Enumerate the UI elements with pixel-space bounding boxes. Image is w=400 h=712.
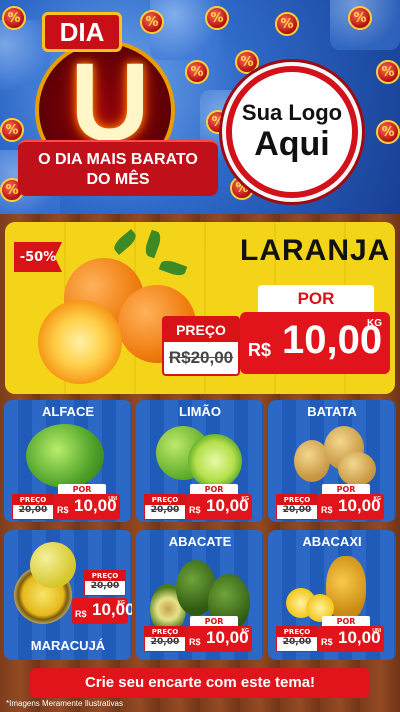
product-name: ALFACE [42,404,94,419]
disclaimer-text: *Imagens Meramente Ilustrativas [6,699,123,708]
product-card-maracuja[interactable]: PREÇO 20,00 R$ 10,00 KG MARACUJÁ [4,530,132,660]
preco-label: PREÇO [277,495,317,505]
currency: R$ [75,609,87,619]
preco-label: PREÇO [85,571,125,581]
currency: R$ [321,505,333,515]
preco-label: PREÇO [277,627,317,637]
old-price: 20,00 [150,505,180,515]
new-price-box: R$ 10,00 UNI [318,626,384,652]
potato-icon [338,452,376,486]
hero-currency: R$ [248,340,272,360]
old-price: 20,00 [282,505,312,515]
percent-coin-icon: % [376,60,400,84]
ribbon-line-2: DO MÊS [86,171,150,188]
old-price: 20,00 [282,637,312,647]
preco-label: PREÇO [145,495,185,505]
unit: UNI [372,628,381,634]
hero-por-label: POR [258,285,374,313]
product-name: BATATA [307,404,357,419]
campaign-ribbon: O DIA MAIS BARATO DO MÊS [18,140,218,196]
currency: R$ [321,637,333,647]
discount-badge: -50% [14,242,62,272]
price-box: POR PREÇO 20,00 R$ 10,00 UNI [276,616,386,654]
unit: KG [117,600,126,606]
new-price-box: R$ 10,00 KG [72,598,132,624]
currency: R$ [189,637,201,647]
new-price-box: R$ 10,00 KG [186,626,252,652]
hero-preco-label: PREÇO [164,318,238,342]
preco-label: PREÇO [13,495,53,505]
logo-placeholder[interactable]: Sua Logo Aqui [232,72,352,192]
unit: KG [241,496,250,502]
new-price-box: R$ 10,00 KG [186,494,252,520]
preco-label: PREÇO [145,627,185,637]
unit: KG [241,628,250,634]
percent-coin-icon: % [376,120,400,144]
percent-coin-icon: % [2,6,26,30]
price-box: POR PREÇO 20,00 R$ 10,00 KG [276,484,386,522]
currency: R$ [57,505,69,515]
old-price: 20,00 [150,637,180,647]
product-name: ABACAXI [302,534,362,549]
product-name: MARACUJÁ [30,638,106,653]
percent-coin-icon: % [185,60,209,84]
logo-line-2: Aqui [254,125,330,163]
percent-coin-icon: % [205,6,229,30]
old-price-box: PREÇO 20,00 [144,626,186,652]
old-price: 20,00 [90,581,120,591]
price-box: POR PREÇO 20,00 R$ 10,00 KG [144,484,254,522]
lettuce-icon [26,424,104,488]
product-card-abacate[interactable]: ABACATE POR PREÇO 20,00 R$ 10,00 KG [136,530,264,660]
cta-button[interactable]: Crie seu encarte com este tema! [30,668,370,698]
old-price-box: PREÇO 20,00 [12,494,54,520]
percent-coin-icon: % [0,118,24,142]
header-banner: % % % % % % % % % % % % % DIA U O DIA MA… [0,0,400,218]
price-value: 10,00 [92,600,132,619]
hero-old-price: R$20,00 [168,348,234,367]
percent-coin-icon: % [140,10,164,34]
ribbon-line-1: O DIA MAIS BARATO [38,151,198,168]
currency: R$ [189,505,201,515]
price-box: POR PREÇO 20,00 R$ 10,00 KG [144,616,254,654]
product-card-alface[interactable]: ALFACE POR PREÇO 20,00 R$ 10,00 UNI [4,400,132,522]
unit: KG [373,496,382,502]
price-box: PREÇO 20,00 R$ 10,00 KG [72,570,132,626]
price-box: POR PREÇO 20,00 R$ 10,00 UNI [12,484,122,522]
old-price: 20,00 [18,505,48,515]
unit: UNI [108,496,117,502]
percent-coin-icon: % [348,6,372,30]
old-price-box: PREÇO 20,00 [276,494,318,520]
product-name: ABACATE [168,534,232,549]
hero-old-price-box: PREÇO R$20,00 [162,316,240,376]
old-price-box: PREÇO 20,00 [276,626,318,652]
product-name: LIMÃO [179,404,221,419]
product-card-limao[interactable]: LIMÃO POR PREÇO 20,00 R$ 10,00 KG [136,400,264,522]
new-price-box: R$ 10,00 UNI [54,494,120,520]
product-card-abacaxi[interactable]: ABACAXI POR PREÇO 20,00 R$ 10,00 UNI [268,530,396,660]
orange-half-icon [38,300,122,384]
product-card-batata[interactable]: BATATA POR PREÇO 20,00 R$ 10,00 KG [268,400,396,522]
percent-coin-icon: % [235,50,259,74]
old-price-box: PREÇO 20,00 [144,494,186,520]
passion-fruit-icon [30,542,76,588]
percent-coin-icon: % [275,12,299,36]
hero-price-box: R$ 10,00 KG [240,312,390,374]
hero-product-name: LARANJA [240,234,391,267]
lime-half-icon [188,434,242,488]
hero-unit: KG [367,318,382,329]
logo-line-1: Sua Logo [241,100,343,125]
new-price-box: R$ 10,00 KG [318,494,384,520]
old-price-box: PREÇO 20,00 [84,570,126,596]
